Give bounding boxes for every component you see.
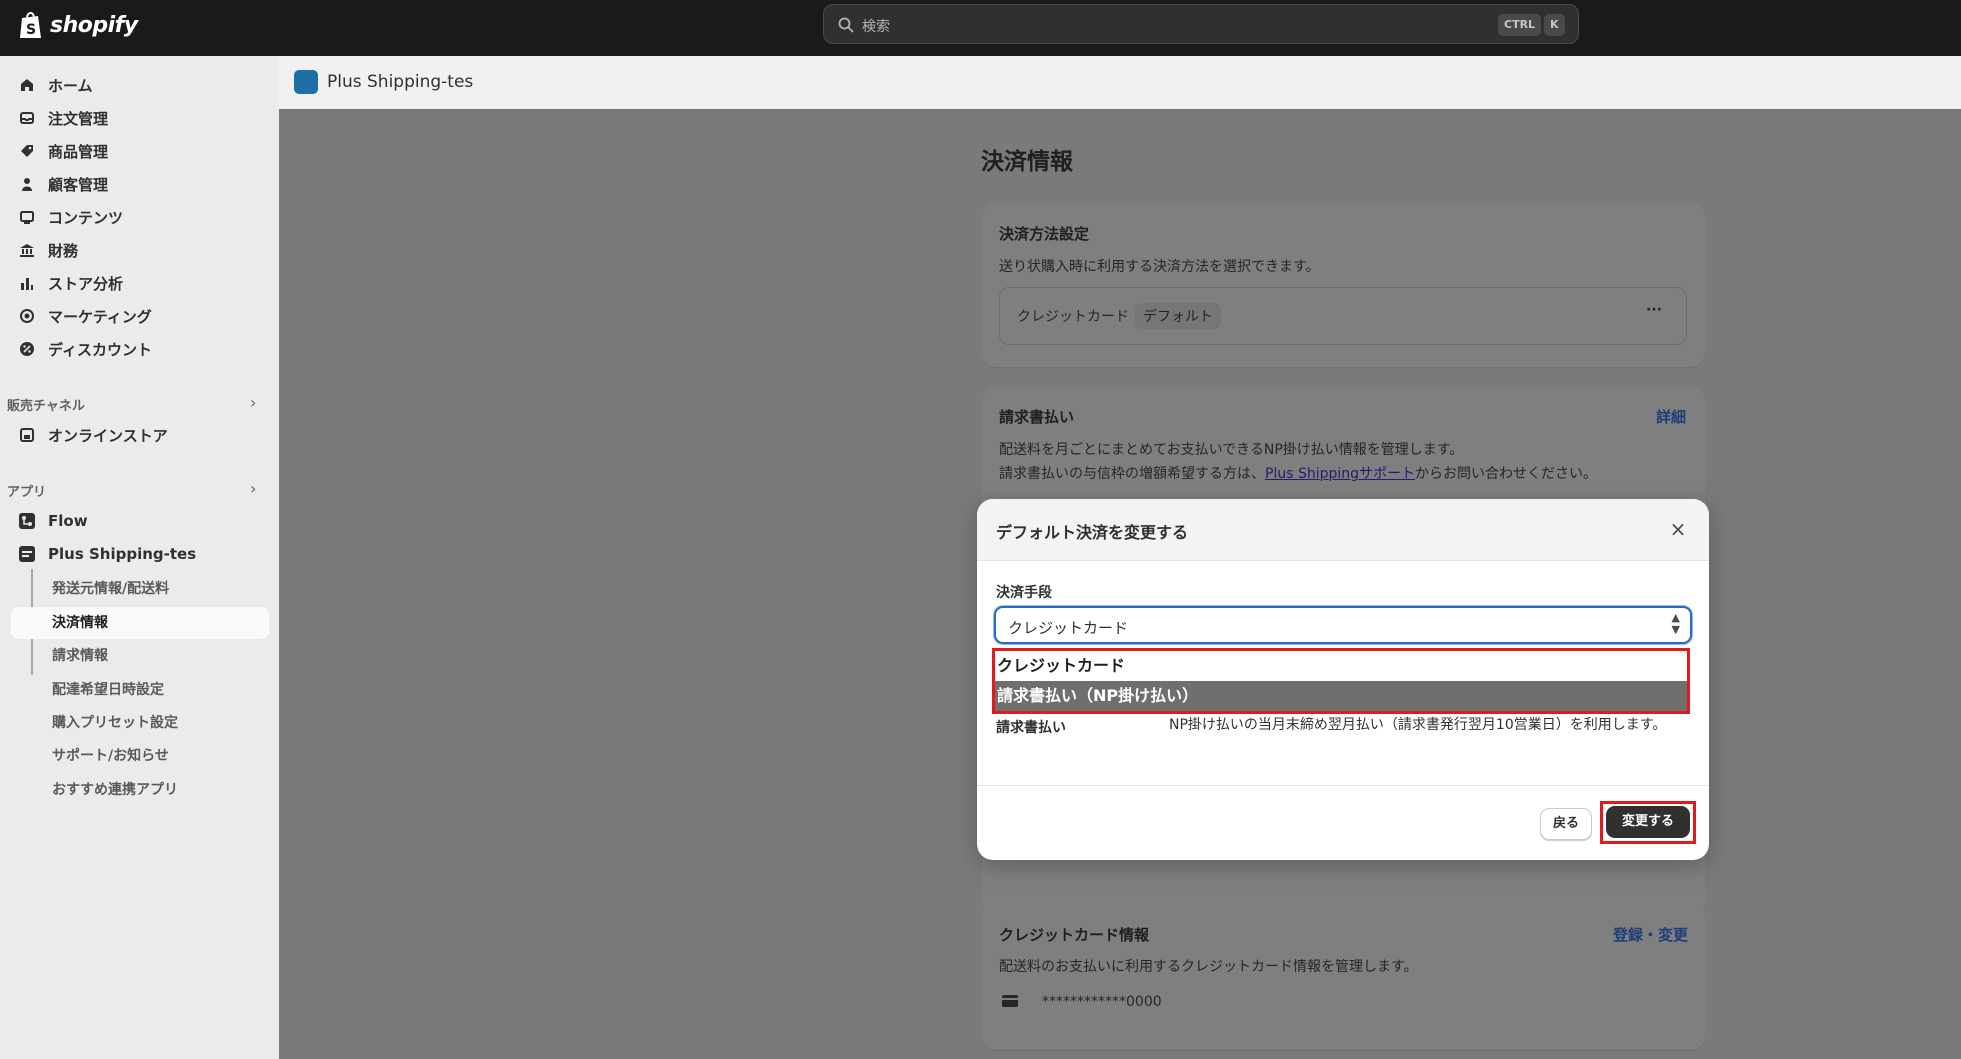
close-icon[interactable]: × (1667, 518, 1689, 540)
card-description: 配送料のお支払いに利用するクレジットカード情報を管理します。 (999, 959, 1418, 975)
select-arrows-icon: ▲ ▼ (1671, 611, 1680, 636)
payment-method-name: クレジットカード (1017, 309, 1129, 325)
sidebar-item-label: ディスカウント (48, 340, 152, 359)
sidebar-item-content[interactable]: コンテンツ (18, 203, 123, 231)
sidebar-item-marketing[interactable]: マーケティング (18, 302, 152, 330)
sidebar-item-orders[interactable]: 注文管理 (18, 104, 108, 132)
sidebar-item-label: Plus Shipping-tes (48, 545, 197, 563)
svg-text:S: S (26, 22, 36, 38)
search-icon (838, 17, 854, 33)
change-default-payment-modal: デフォルト決済を変更する × 決済手段 クレジットカード ▲ ▼ 請求書払い NP… (977, 499, 1709, 860)
card-title: 請求書払い (999, 408, 1075, 426)
details-link[interactable]: 詳細 (1656, 406, 1686, 427)
sidebar-item-flow[interactable]: Flow (18, 507, 88, 535)
sub-item-recommended-apps[interactable]: おすすめ連携アプリ (52, 779, 178, 799)
app-header: Plus Shipping-tes (279, 56, 1961, 109)
app-title: Plus Shipping-tes (327, 72, 474, 92)
home-icon (18, 76, 36, 94)
option-credit-card[interactable]: クレジットカード (995, 651, 1687, 681)
sidebar: ホーム 注文管理 商品管理 顧客管理 コンテンツ 財務 ストア分析 マーケティン… (0, 56, 279, 1059)
bank-icon (18, 241, 36, 259)
sidebar-item-customers[interactable]: 顧客管理 (18, 170, 108, 198)
invoice-row-text: NP掛け払いの当月末締め翌月払い（請求書発行翌月10営業日）を利用します。 (1169, 717, 1667, 733)
brand-name: shopify (50, 12, 138, 38)
sub-item-shipping-origin[interactable]: 発送元情報/配送料 (52, 578, 169, 598)
select-value: クレジットカード (1008, 619, 1129, 637)
support-link[interactable]: Plus Shippingサポート (1265, 466, 1415, 482)
sidebar-item-label: 財務 (48, 241, 79, 260)
sidebar-item-label: ストア分析 (48, 274, 124, 293)
card-description-2: 請求書払いの与信枠の増額希望する方は、Plus Shippingサポートからお問… (999, 463, 1597, 483)
content-icon (18, 208, 36, 226)
sidebar-item-finance[interactable]: 財務 (18, 236, 78, 264)
credit-card-icon (1002, 995, 1018, 1007)
store-icon (18, 426, 36, 444)
top-bar: S shopify 検索 CTRL K (0, 0, 1961, 56)
sidebar-item-label: 顧客管理 (48, 175, 109, 194)
modal-title: デフォルト決済を変更する (996, 523, 1189, 542)
sidebar-item-products[interactable]: 商品管理 (18, 137, 108, 165)
app-icon (18, 545, 36, 563)
credit-card-info-card: クレジットカード情報 登録・変更 配送料のお支払いに利用するクレジットカード情報… (982, 902, 1705, 1050)
payment-method-row: クレジットカード デフォルト ··· (999, 287, 1687, 345)
sidebar-item-label: 注文管理 (48, 109, 109, 128)
bar-chart-icon (18, 274, 36, 292)
sidebar-item-label: 商品管理 (48, 142, 109, 161)
person-icon (18, 175, 36, 193)
active-item-highlight (11, 607, 269, 639)
masked-card-number: ************0000 (1042, 994, 1162, 1010)
shopify-logo[interactable]: S shopify (18, 10, 138, 40)
card-description: 配送料を月ごとにまとめてお支払いできるNP掛け払い情報を管理します。 (999, 442, 1464, 458)
chevron-right-icon[interactable]: › (250, 479, 256, 498)
sidebar-item-online-store[interactable]: オンラインストア (18, 421, 168, 449)
sidebar-item-discounts[interactable]: ディスカウント (18, 335, 152, 363)
search-input[interactable]: 検索 CTRL K (823, 4, 1579, 44)
sub-item-support[interactable]: サポート/お知らせ (52, 745, 169, 765)
option-invoice-np[interactable]: 請求書払い（NP掛け払い） (995, 681, 1687, 711)
sidebar-item-analytics[interactable]: ストア分析 (18, 269, 123, 297)
support-text-suffix: からお問い合わせください。 (1415, 466, 1598, 482)
shortcut-ctrl-key: CTRL (1498, 14, 1542, 36)
search-placeholder: 検索 (862, 19, 890, 35)
sidebar-item-home[interactable]: ホーム (18, 71, 93, 99)
sidebar-item-plus-shipping[interactable]: Plus Shipping-tes (18, 540, 196, 568)
sub-item-delivery-time[interactable]: 配達希望日時設定 (52, 679, 164, 699)
sidebar-item-label: コンテンツ (48, 208, 124, 227)
discount-icon (18, 340, 36, 358)
sub-item-billing-info[interactable]: 請求情報 (52, 645, 108, 665)
sales-channels-heading: 販売チャネル (7, 399, 85, 414)
default-badge: デフォルト (1135, 303, 1221, 329)
card-title: クレジットカード情報 (999, 926, 1150, 944)
sidebar-item-label: オンラインストア (48, 426, 168, 445)
sub-item-presets[interactable]: 購入プリセット設定 (52, 712, 178, 732)
modal-header: デフォルト決済を変更する × (977, 499, 1709, 561)
modal-divider (977, 785, 1709, 786)
shortcut-k-key: K (1544, 14, 1565, 36)
sidebar-item-label: ホーム (48, 76, 93, 95)
more-actions-icon[interactable]: ··· (1646, 302, 1662, 318)
sub-item-payment-info[interactable]: 決済情報 (52, 612, 108, 632)
apps-heading: アプリ (7, 485, 47, 500)
sidebar-item-label: Flow (48, 512, 88, 530)
sidebar-item-label: マーケティング (48, 307, 152, 326)
support-text-prefix: 請求書払いの与信枠の増額希望する方は、 (999, 466, 1265, 482)
card-title: 決済方法設定 (999, 225, 1090, 243)
flow-icon (18, 512, 36, 530)
chevron-right-icon[interactable]: › (250, 393, 256, 412)
target-icon (18, 307, 36, 325)
payment-method-select[interactable]: クレジットカード ▲ ▼ (994, 606, 1692, 644)
plus-shipping-app-icon (294, 70, 318, 94)
change-button[interactable]: 変更する (1606, 806, 1690, 838)
page-title: 決済情報 (981, 149, 1073, 175)
register-change-link[interactable]: 登録・変更 (1613, 924, 1688, 945)
invoice-row-label: 請求書払い (996, 720, 1066, 736)
card-description: 送り状購入時に利用する決済方法を選択できます。 (999, 259, 1320, 275)
tag-icon (18, 142, 36, 160)
payment-settings-card: 決済方法設定 送り状購入時に利用する決済方法を選択できます。 クレジットカード … (982, 203, 1705, 367)
payment-options-dropdown: クレジットカード 請求書払い（NP掛け払い） (992, 648, 1690, 714)
back-button[interactable]: 戻る (1540, 808, 1592, 840)
inbox-icon (18, 109, 36, 127)
shopify-bag-icon: S (20, 12, 41, 38)
payment-method-label: 決済手段 (996, 585, 1052, 601)
